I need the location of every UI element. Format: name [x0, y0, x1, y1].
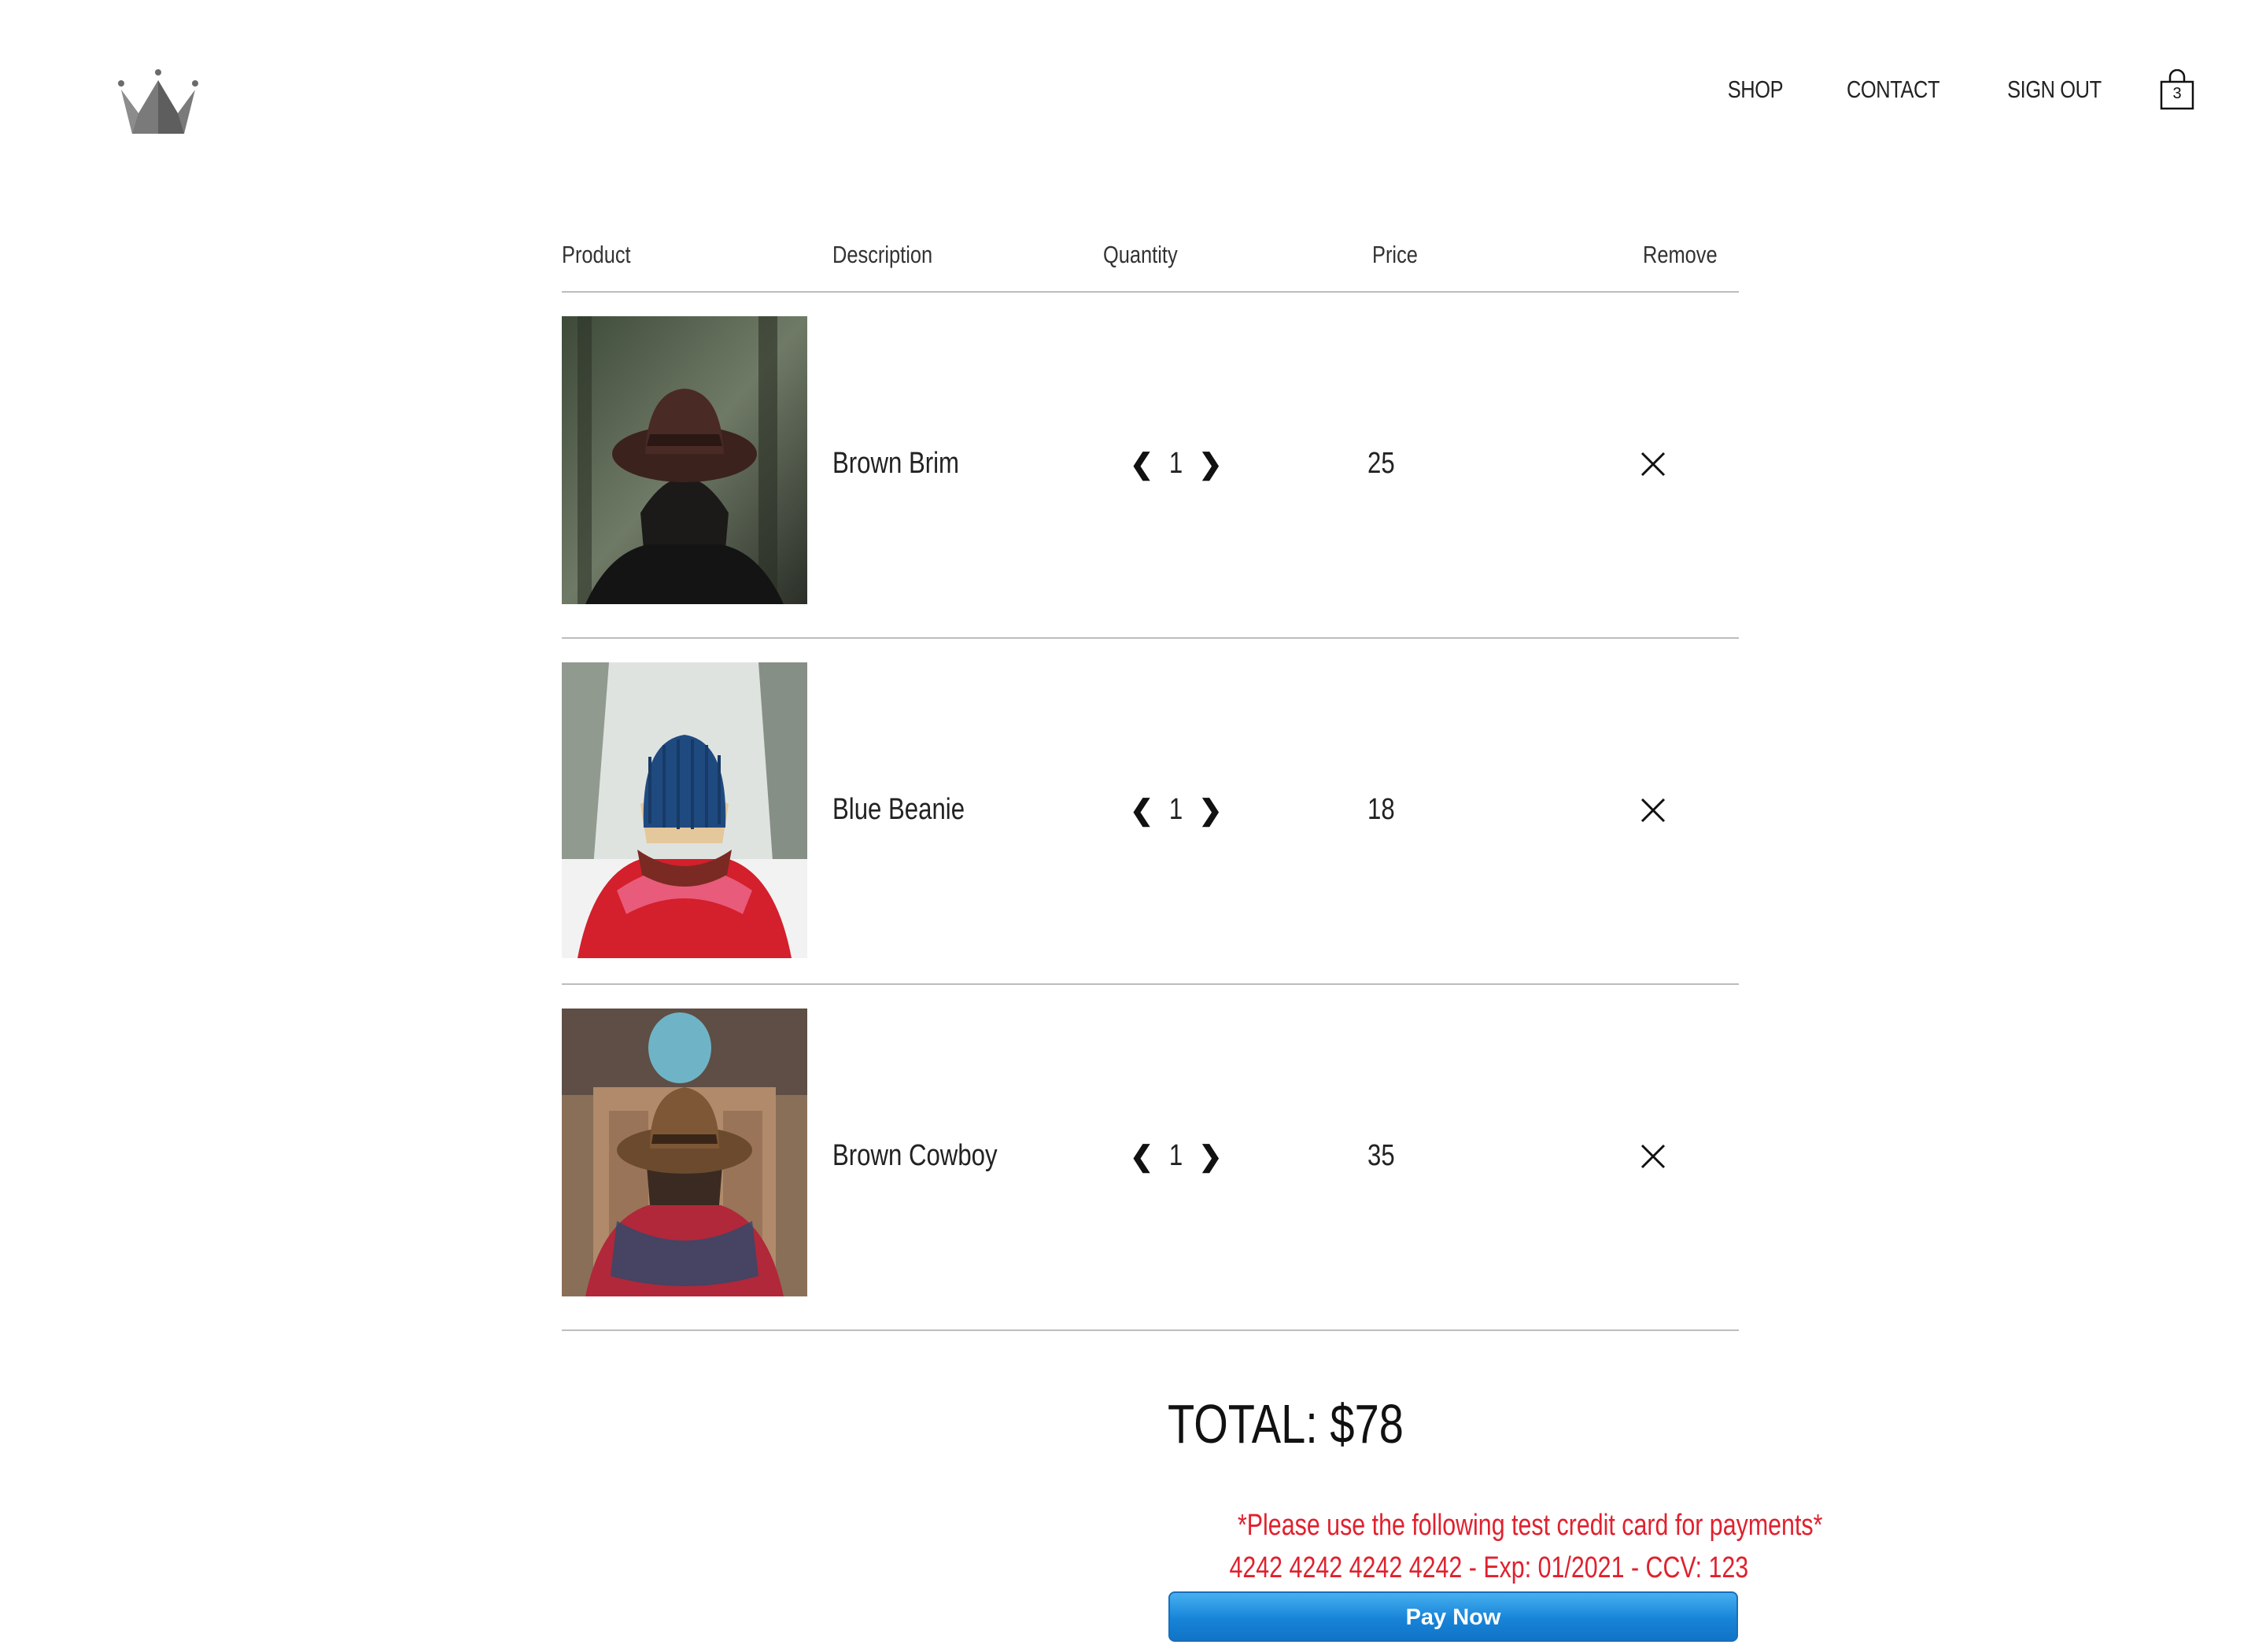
crown-logo-icon[interactable]: [115, 68, 201, 138]
product-image: [562, 1009, 807, 1296]
product-description: Brown Cowboy: [832, 1139, 998, 1172]
header-price: Price: [1372, 241, 1418, 268]
product-price: 35: [1367, 1139, 1395, 1172]
pay-now-button[interactable]: Pay Now: [1168, 1591, 1738, 1642]
nav-shop-link[interactable]: SHOP: [1728, 76, 1784, 104]
checkout-table: Product Description Quantity Price Remov…: [562, 236, 1739, 1331]
quantity-stepper: ❮ 1 ❯: [1130, 1139, 1222, 1173]
test-card-notice: *Please use the following test credit ca…: [1164, 1504, 1822, 1589]
header-description: Description: [832, 241, 933, 268]
product-description: Blue Beanie: [832, 793, 965, 826]
test-card-notice-line1: *Please use the following test credit ca…: [1237, 1509, 1823, 1542]
increase-quantity-icon[interactable]: ❯: [1198, 449, 1222, 478]
decrease-quantity-icon[interactable]: ❮: [1130, 795, 1153, 824]
quantity-value: 1: [1169, 1139, 1183, 1172]
product-description: Brown Brim: [832, 447, 960, 480]
decrease-quantity-icon[interactable]: ❮: [1130, 449, 1153, 478]
checkout-header-row: Product Description Quantity Price Remov…: [562, 236, 1739, 293]
product-price: 25: [1367, 447, 1395, 480]
product-image: [562, 662, 807, 958]
nav-contact-link[interactable]: CONTACT: [1847, 76, 1940, 104]
increase-quantity-icon[interactable]: ❯: [1198, 795, 1222, 824]
remove-item-icon[interactable]: [1637, 795, 1669, 826]
quantity-stepper: ❮ 1 ❯: [1130, 447, 1222, 481]
quantity-value: 1: [1169, 447, 1183, 480]
nav-sign-out-link[interactable]: SIGN OUT: [2007, 76, 2102, 104]
increase-quantity-icon[interactable]: ❯: [1198, 1141, 1222, 1171]
decrease-quantity-icon[interactable]: ❮: [1130, 1141, 1153, 1171]
checkout-item-row: Blue Beanie ❮ 1 ❯ 18: [562, 639, 1739, 985]
checkout-item-row: Brown Brim ❮ 1 ❯ 25: [562, 293, 1739, 639]
top-nav: SHOP CONTACT SIGN OUT 3: [1722, 68, 2195, 110]
header-product: Product: [562, 241, 631, 268]
checkout-item-row: Brown Cowboy ❮ 1 ❯ 35: [562, 985, 1739, 1331]
test-card-notice-line2: 4242 4242 4242 4242 - Exp: 01/2021 - CCV…: [1229, 1551, 1749, 1584]
remove-item-icon[interactable]: [1637, 448, 1669, 480]
header-quantity: Quantity: [1103, 241, 1178, 268]
cart-total: TOTAL: $78: [1168, 1393, 1404, 1455]
quantity-stepper: ❮ 1 ❯: [1130, 793, 1222, 827]
header-remove: Remove: [1643, 241, 1718, 268]
remove-item-icon[interactable]: [1637, 1141, 1669, 1172]
product-price: 18: [1367, 793, 1395, 826]
quantity-value: 1: [1169, 793, 1183, 826]
shopping-bag-icon[interactable]: 3: [2159, 68, 2195, 110]
product-image: [562, 316, 807, 604]
cart-count-badge: 3: [2172, 85, 2182, 102]
